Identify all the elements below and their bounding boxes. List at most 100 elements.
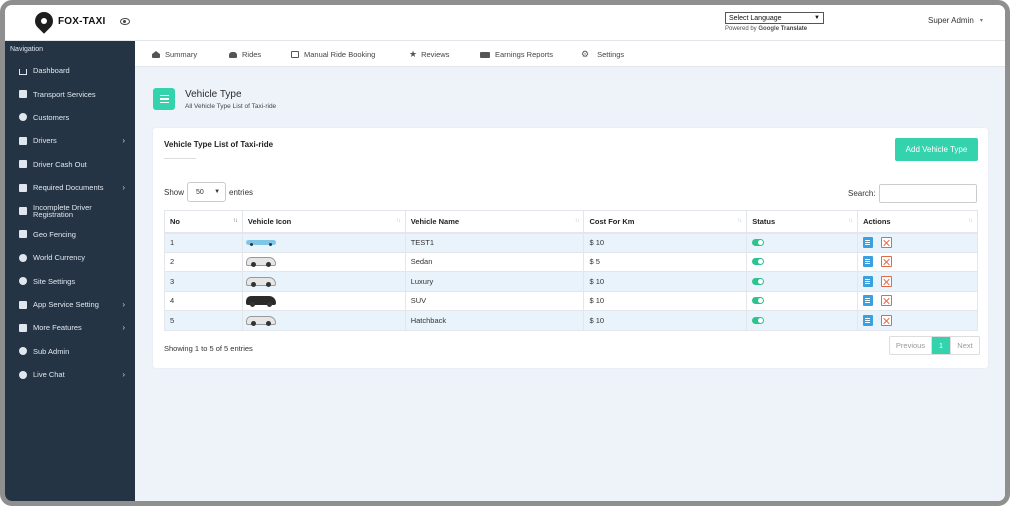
column-header-actions[interactable]: Actions ↑↓ <box>857 210 978 234</box>
row-actions <box>863 295 977 307</box>
column-header-vehicle-name[interactable]: Vehicle Name ↑↓ <box>404 210 585 234</box>
table-row: 1 TEST1 $ 10 <box>164 232 978 253</box>
sidebar-item-dashboard[interactable]: Dashboard <box>5 59 135 82</box>
powered-by-label: Powered by <box>725 26 757 32</box>
status-toggle[interactable] <box>752 239 765 246</box>
sidebar-item-app-service-setting[interactable]: App Service Setting › <box>5 293 135 316</box>
top-header: FOX-TAXI Select Language ▼ Powered by Go… <box>5 5 1005 41</box>
vehicle-type-card: Vehicle Type List of Taxi-ride Add Vehic… <box>153 128 988 368</box>
entries-length-control: Show 50 ▼ entries <box>164 182 253 202</box>
edit-icon[interactable] <box>863 237 874 248</box>
edit-icon[interactable] <box>863 256 874 268</box>
sidebar-item-geo-fencing[interactable]: Geo Fencing <box>5 223 135 246</box>
user-menu[interactable]: Super Admin ▾ <box>928 16 983 25</box>
edit-icon[interactable] <box>863 275 874 287</box>
entries-select[interactable]: 50 ▼ <box>187 182 227 202</box>
delete-icon[interactable] <box>881 237 893 248</box>
delete-icon[interactable] <box>881 275 893 287</box>
entries-label: entries <box>229 187 254 197</box>
home-icon <box>152 51 160 58</box>
column-header-cost-for-km[interactable]: Cost For Km ↑↓ <box>583 210 748 234</box>
sidebar-item-transport-services[interactable]: Transport Services <box>5 82 135 105</box>
sidebar-item-required-documents[interactable]: Required Documents › <box>5 176 135 199</box>
tab-label: Earnings Reports <box>495 50 553 59</box>
tab-settings[interactable]: ⚙ Settings <box>581 50 624 60</box>
white-sedan-icon <box>245 257 276 268</box>
status-toggle[interactable] <box>752 316 765 324</box>
cell-actions <box>857 290 978 311</box>
status-toggle[interactable] <box>752 277 765 285</box>
tab-earnings-reports[interactable]: Earnings Reports <box>480 50 553 59</box>
cell-vehicle-icon <box>241 251 406 272</box>
powered-by-google-translate[interactable]: Powered by Google Translate <box>725 26 807 32</box>
row-actions <box>863 256 977 268</box>
globe-icon <box>19 253 27 262</box>
status-toggle[interactable] <box>752 297 765 305</box>
white-car-icon <box>245 276 276 287</box>
delete-icon[interactable] <box>881 256 893 268</box>
cell-no: 5 <box>164 310 243 331</box>
status-toggle[interactable] <box>752 258 765 266</box>
sort-icon: ↑↓ <box>848 218 853 224</box>
table-header-row: No ↑↓ Vehicle Icon ↑↓ Vehicle Name ↑↓ Cost … <box>164 210 978 234</box>
cell-cost-for-km: $ 10 <box>583 310 748 331</box>
page-1-button[interactable]: 1 <box>932 337 950 354</box>
cell-actions <box>857 251 978 272</box>
previous-page-button[interactable]: Previous <box>890 337 932 354</box>
sidebar-item-world-currency[interactable]: World Currency <box>5 246 135 269</box>
edit-icon[interactable] <box>863 314 874 326</box>
language-select[interactable]: Select Language ▼ <box>725 12 824 24</box>
sidebar-item-label: Site Settings <box>33 276 76 286</box>
tools-icon <box>19 300 27 309</box>
brand-logo[interactable]: FOX-TAXI <box>31 8 106 34</box>
top-tab-bar: Summary Rides Manual Ride Booking ★ Revi… <box>135 41 1005 67</box>
sidebar-item-customers[interactable]: Customers <box>5 106 135 129</box>
wrench-icon <box>19 207 27 216</box>
cell-vehicle-name: Sedan <box>404 251 585 272</box>
delete-icon[interactable] <box>881 314 893 326</box>
sidebar: Navigation Dashboard Transport Services Cu… <box>5 41 135 501</box>
card-title: Vehicle Type List of Taxi-ride <box>164 140 274 149</box>
sidebar-item-drivers[interactable]: Drivers › <box>5 129 135 152</box>
sort-icon: ↑↓ <box>968 218 973 224</box>
sidebar-item-more-features[interactable]: More Features › <box>5 316 135 339</box>
translate-link: Translate <box>780 26 808 32</box>
column-header-vehicle-icon[interactable]: Vehicle Icon ↑↓ <box>241 210 406 234</box>
sidebar-item-sub-admin[interactable]: Sub Admin <box>5 340 135 363</box>
home-icon <box>19 68 27 75</box>
sidebar-item-driver-cash-out[interactable]: Driver Cash Out <box>5 153 135 176</box>
cell-vehicle-icon <box>241 271 406 292</box>
entries-value: 50 <box>196 188 204 196</box>
search-label: Search: <box>848 189 876 198</box>
car-icon <box>19 90 27 99</box>
tab-summary[interactable]: Summary <box>152 50 197 59</box>
cell-vehicle-icon <box>241 290 406 311</box>
column-header-status[interactable]: Status ↑↓ <box>746 210 859 234</box>
toggle-sidebar-icon[interactable] <box>120 18 130 25</box>
tab-reviews[interactable]: ★ Reviews <box>409 50 449 60</box>
tab-manual-ride-booking[interactable]: Manual Ride Booking <box>291 50 375 59</box>
sort-icon: ↑↓ <box>574 218 579 224</box>
next-page-button[interactable]: Next <box>950 337 979 354</box>
edit-icon[interactable] <box>863 295 874 307</box>
sidebar-item-label: Driver Cash Out <box>33 159 87 169</box>
search-input[interactable] <box>878 184 977 203</box>
google-label: Google <box>758 26 780 32</box>
white-hatchback-icon <box>245 315 276 326</box>
cell-actions <box>857 271 978 292</box>
sidebar-nav-list: Dashboard Transport Services Customers Driv… <box>5 59 135 386</box>
sidebar-item-site-settings[interactable]: Site Settings <box>5 270 135 293</box>
delete-icon[interactable] <box>881 295 893 307</box>
sidebar-item-incomplete-driver-registration[interactable]: Incomplete Driver Registration <box>5 199 135 222</box>
sidebar-item-label: Incomplete Driver Registration <box>33 203 92 220</box>
chevron-down-icon: ▾ <box>979 18 983 24</box>
tab-rides[interactable]: Rides <box>229 50 261 59</box>
column-header-no[interactable]: No ↑↓ <box>164 210 243 234</box>
sidebar-item-label: App Service Setting <box>33 300 99 310</box>
table-row: 4 SUV $ 10 <box>164 290 978 311</box>
sidebar-item-live-chat[interactable]: Live Chat › <box>5 363 135 386</box>
cell-no: 1 <box>164 232 243 253</box>
chevron-right-icon: › <box>122 183 125 193</box>
cell-actions <box>857 232 978 253</box>
add-vehicle-type-button[interactable]: Add Vehicle Type <box>895 138 978 161</box>
